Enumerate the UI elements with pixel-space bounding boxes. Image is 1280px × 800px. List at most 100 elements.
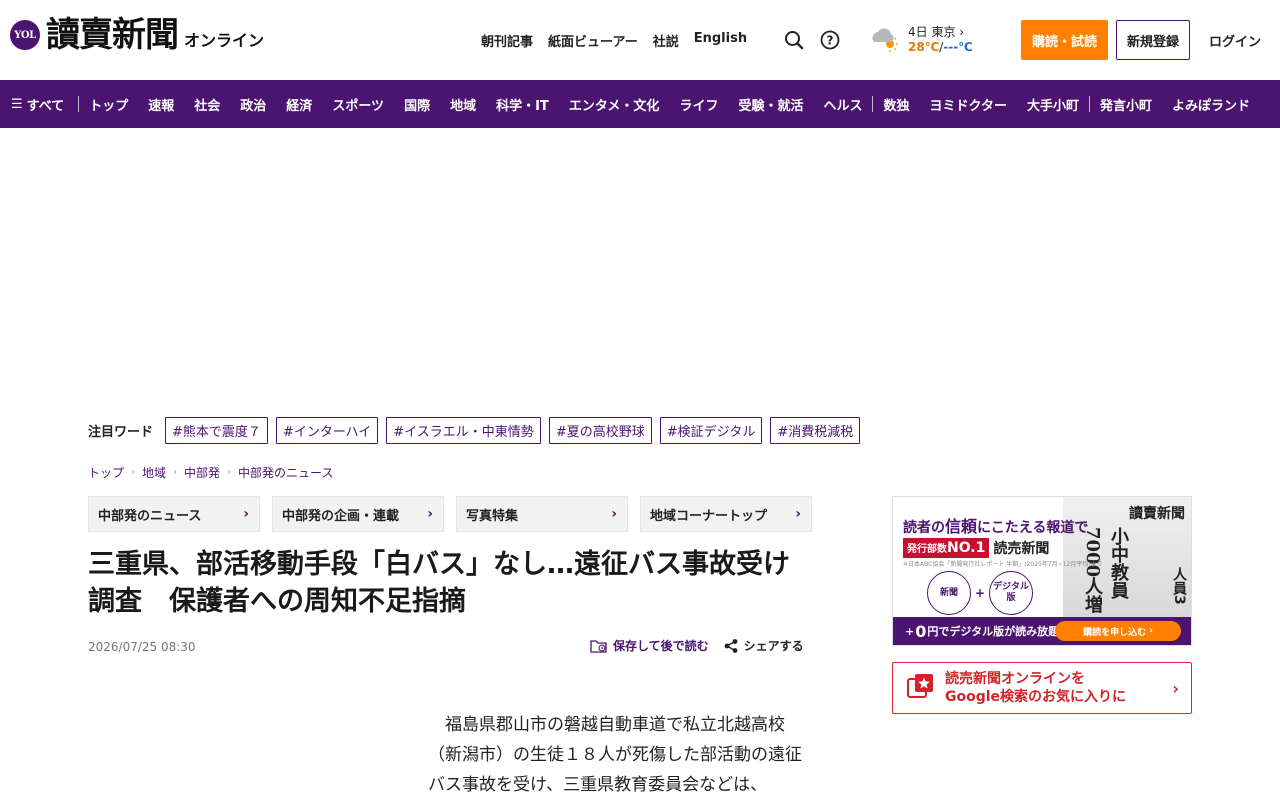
chevron-right-icon: › [173,467,178,478]
section-link-photo-features[interactable]: 写真特集 › [456,496,628,532]
nav-item-exams-jobs[interactable]: 受験・就活 [728,95,813,114]
cloud-sun-icon [868,24,902,55]
nav-item-hatsugen-komachi[interactable]: 発言小町 [1090,95,1162,114]
trending-tag[interactable]: #イスラエル・中東情勢 [386,417,541,444]
header-links: 朝刊記事 紙面ビューアー 社説 English [481,31,762,50]
temp-low: ---℃ [943,39,973,54]
article-actions: 保存して後で読む シェアする [590,637,804,654]
nav-group-main: トップ 速報 社会 政治 経済 スポーツ 国際 地域 科学・IT エンタメ・文化… [79,95,872,114]
article-body: 福島県郡山市の磐越自動車道で私立北越高校（新潟市）の生徒１８人が死傷した部活動の… [428,715,802,795]
section-link-chubu-news[interactable]: 中部発のニュース › [88,496,260,532]
logo-subtitle: オンライン [184,31,265,50]
chevron-right-icon: › [131,467,136,478]
nav-item-sports[interactable]: スポーツ [322,95,394,114]
nav-item-top[interactable]: トップ [79,95,138,114]
section-link-label: 中部発の企画・連載 [282,508,400,524]
menu-icon: ☰ [11,96,23,112]
nav-item-life[interactable]: ライフ [669,95,728,114]
ad-bottom-bar: +0 円でデジタル版が読み放題! 購読を申し込む › [893,617,1191,645]
nav-item-yomidr[interactable]: ヨミドクター [920,95,1017,114]
section-link-label: 写真特集 [466,508,519,524]
help-icon[interactable]: ? [819,29,841,51]
nav-item-world[interactable]: 国際 [394,95,440,114]
register-button[interactable]: 新規登録 [1116,20,1190,60]
temp-high: 28℃ [908,39,940,54]
nav-item-science-it[interactable]: 科学・IT [486,95,559,114]
chevron-right-icon: › [427,506,433,522]
nav-item-entertainment[interactable]: エンタメ・文化 [559,95,670,114]
nav-item-local[interactable]: 地域 [440,95,486,114]
weather-date-city: 4日 東京 [908,24,956,39]
save-for-later-button[interactable]: 保存して後で読む [590,637,709,654]
trending-tag[interactable]: #消費税減税 [770,417,861,444]
weather-widget[interactable]: 4日 東京 › 28℃/---℃ [868,24,973,55]
nav-group-community: 発言小町 よみぽランド [1090,95,1250,114]
subscription-ad[interactable]: 讀賣新聞 小中教員7000人増 人員3 読者の信頼にこたえる報道で 発行部数NO… [892,496,1192,646]
bookmark-star-icon [907,673,935,703]
share-icon [723,638,739,654]
link-editorial[interactable]: 社説 [653,31,679,50]
ad-no1-badge: 発行部数NO.1 読売新聞 [903,538,1049,558]
nav-item-economy[interactable]: 経済 [276,95,322,114]
link-morning-articles[interactable]: 朝刊記事 [481,31,533,50]
article-date: 2026/07/25 08:30 [88,640,196,654]
ad-circle-digital: デジタル版 [989,571,1034,615]
google-banner-line1: 読売新聞オンラインを [945,671,1085,687]
nav-item-breaking[interactable]: 速報 [138,95,184,114]
svg-text:?: ? [827,34,834,48]
chevron-right-icon: › [1172,679,1179,698]
article-title: 三重県、部活移動手段「白バス」なし…遠征バス事故受け調査 保護者への周知不足指摘 [88,549,790,617]
share-button[interactable]: シェアする [723,637,804,654]
login-button[interactable]: ログイン [1200,31,1270,50]
search-icon[interactable] [783,29,805,51]
link-english[interactable]: English [694,31,747,50]
nav-item-health[interactable]: ヘルス [813,95,872,114]
trending-tag[interactable]: #検証デジタル [659,417,763,444]
ad-apply-button[interactable]: 購読を申し込む › [1055,621,1181,641]
subscribe-button[interactable]: 購読・試読 [1021,20,1108,60]
ad-circle-newspaper: 新聞 [927,571,971,615]
section-links: 中部発のニュース › 中部発の企画・連載 › 写真特集 › 地域コーナートップ … [88,496,824,532]
section-link-label: 中部発のニュース [98,508,202,524]
chevron-right-icon: › [227,467,232,478]
nav-all-menu[interactable]: ☰ すべて [0,95,78,114]
chevron-right-icon: › [795,506,801,522]
save-label: 保存して後で読む [613,639,709,653]
link-paper-viewer[interactable]: 紙面ビューアー [548,31,638,50]
ad-fine-print: ※日本ABC協会「新聞発行社レポート 半期」(2025年7月~12月平均)より [903,561,1103,568]
chevron-right-icon: › [243,506,249,522]
trending-tag[interactable]: #熊本で震度７ [165,417,268,444]
logo-text: 讀賣新聞 [46,15,179,55]
trending-tag[interactable]: #インターハイ [275,417,379,444]
google-favorite-banner[interactable]: 読売新聞オンラインを Google検索のお気に入りに › [892,662,1192,714]
site-logo[interactable]: YOL 讀賣新聞 オンライン [10,18,264,52]
nav-item-otekomachi[interactable]: 大手小町 [1017,95,1089,114]
ad-tagline: 読者の信頼にこたえる報道で [903,517,1089,536]
ad-banner-slot [0,128,1280,400]
breadcrumb-item[interactable]: トップ [88,464,124,481]
site-header: YOL 讀賣新聞 オンライン 朝刊記事 紙面ビューアー 社説 English ?… [0,0,1280,80]
breadcrumb-item[interactable]: 中部発のニュース [238,464,333,481]
section-link-label: 地域コーナートップ [650,508,768,524]
section-link-chubu-features[interactable]: 中部発の企画・連載 › [272,496,444,532]
google-banner-line2: Google検索のお気に入りに [945,689,1127,705]
breadcrumb: トップ › 地域 › 中部発 › 中部発のニュース [88,464,333,481]
section-link-local-top[interactable]: 地域コーナートップ › [640,496,812,532]
main-nav: ☰ すべて トップ 速報 社会 政治 経済 スポーツ 国際 地域 科学・IT エ… [0,80,1280,128]
nav-all-label: すべて [26,98,65,114]
chevron-right-icon: › [611,506,617,522]
newspaper-headline: 小中教員7000人増 [1082,527,1129,614]
breadcrumb-item[interactable]: 中部発 [184,464,220,481]
breadcrumb-item[interactable]: 地域 [142,464,166,481]
trending-words: 注目ワード #熊本で震度７ #インターハイ #イスラエル・中東情勢 #夏の高校野… [88,417,868,444]
trending-tag[interactable]: #夏の高校野球 [548,417,652,444]
trending-label: 注目ワード [88,425,154,440]
yol-badge: YOL [10,20,40,50]
nav-group-extra: 数独 ヨミドクター 大手小町 [873,95,1089,114]
nav-item-politics[interactable]: 政治 [230,95,276,114]
newspaper-masthead: 讀賣新聞 [1129,506,1185,522]
nav-item-yomipo-land[interactable]: よみぽランド [1162,95,1250,114]
nav-item-society[interactable]: 社会 [184,95,230,114]
nav-item-sudoku[interactable]: 数独 [873,95,919,114]
share-label: シェアする [743,639,804,653]
